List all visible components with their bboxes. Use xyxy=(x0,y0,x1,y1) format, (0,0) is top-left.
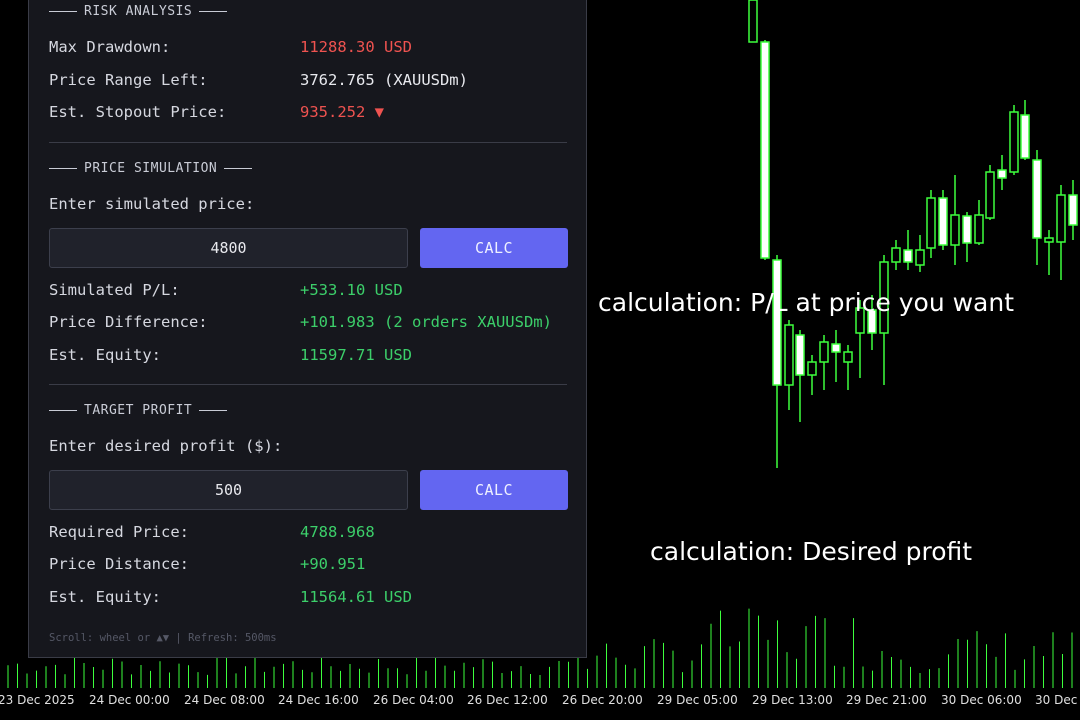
divider xyxy=(49,142,567,143)
candle-body xyxy=(950,214,960,246)
value-max-drawdown: 11288.30 USD xyxy=(300,38,412,56)
value-price-range-left: 3762.765 (XAUUSDm) xyxy=(300,71,468,89)
candle-body xyxy=(748,0,758,43)
value-price-difference: +101.983 (2 orders XAUUSDm) xyxy=(300,313,552,331)
value-est-equity-target: 11564.61 USD xyxy=(300,588,412,606)
candle-body xyxy=(903,249,913,263)
label-price-range-left: Price Range Left: xyxy=(49,71,208,89)
candle-body xyxy=(831,343,841,353)
label-est-stopout-price: Est. Stopout Price: xyxy=(49,103,227,121)
time-label: 24 Dec 16:00 xyxy=(278,693,359,707)
candle-body xyxy=(1056,194,1066,243)
label-est-equity-target: Est. Equity: xyxy=(49,588,161,606)
annotation-pl: calculation: P/L at price you want xyxy=(598,288,1015,317)
annotation-desired-profit: calculation: Desired profit xyxy=(650,537,973,566)
candle-body xyxy=(926,197,936,249)
panel-footer-hint: Scroll: wheel or ▲▼ | Refresh: 500ms xyxy=(49,632,277,644)
section-title-risk-analysis: RISK ANALYSIS xyxy=(49,4,234,19)
value-simulated-pl: +533.10 USD xyxy=(300,281,403,299)
value-est-equity-sim: 11597.71 USD xyxy=(300,346,412,364)
candlestick-series xyxy=(748,0,1078,468)
candle-body xyxy=(807,361,817,376)
prompt-desired-profit: Enter desired profit ($): xyxy=(49,437,283,455)
candle-body xyxy=(1020,114,1030,159)
candle-body xyxy=(784,324,794,386)
candle-body xyxy=(985,171,995,219)
candle-body xyxy=(938,197,948,246)
value-price-distance: +90.951 xyxy=(300,555,366,573)
section-title-target-profit: TARGET PROFIT xyxy=(49,403,234,418)
label-est-equity-sim: Est. Equity: xyxy=(49,346,161,364)
candle-body xyxy=(1009,111,1019,173)
value-required-price: 4788.968 xyxy=(300,523,375,541)
candle-body xyxy=(962,215,972,244)
divider xyxy=(49,384,567,385)
candle-body xyxy=(819,341,829,363)
time-label: 24 Dec 08:00 xyxy=(184,693,265,707)
candle-body xyxy=(772,259,782,386)
time-label: 29 Dec 21:00 xyxy=(846,693,927,707)
label-price-distance: Price Distance: xyxy=(49,555,189,573)
desired-profit-input[interactable]: 500 xyxy=(49,470,408,510)
candle-body xyxy=(997,169,1007,179)
candle-body xyxy=(1044,237,1054,243)
simulated-price-input[interactable]: 4800 xyxy=(49,228,408,268)
prompt-simulated-price: Enter simulated price: xyxy=(49,195,255,213)
candle-body xyxy=(843,351,853,363)
time-label: 26 Dec 04:00 xyxy=(373,693,454,707)
section-title-price-simulation: PRICE SIMULATION xyxy=(49,161,259,176)
time-label: 29 Dec 13:00 xyxy=(752,693,833,707)
label-max-drawdown: Max Drawdown: xyxy=(49,38,171,56)
candle-body xyxy=(1068,194,1078,226)
calculator-panel: RISK ANALYSIS Max Drawdown: 11288.30 USD… xyxy=(28,0,587,658)
time-label: 30 Dec xyxy=(1035,693,1078,707)
time-label: 24 Dec 00:00 xyxy=(89,693,170,707)
candle-body xyxy=(915,249,925,266)
time-label: 29 Dec 05:00 xyxy=(657,693,738,707)
time-label: 23 Dec 2025 xyxy=(0,693,75,707)
time-label: 30 Dec 06:00 xyxy=(941,693,1022,707)
calc-target-button[interactable]: CALC xyxy=(420,470,568,510)
label-required-price: Required Price: xyxy=(49,523,189,541)
candle-body xyxy=(891,247,901,263)
label-price-difference: Price Difference: xyxy=(49,313,208,331)
time-label: 26 Dec 20:00 xyxy=(562,693,643,707)
candle-body xyxy=(1032,159,1042,239)
candle-body xyxy=(974,214,984,244)
candle-body xyxy=(760,41,770,259)
calc-simulation-button[interactable]: CALC xyxy=(420,228,568,268)
candle-body xyxy=(795,334,805,376)
label-simulated-pl: Simulated P/L: xyxy=(49,281,180,299)
time-label: 26 Dec 12:00 xyxy=(467,693,548,707)
value-est-stopout-price: 935.252 ▼ xyxy=(300,103,384,121)
